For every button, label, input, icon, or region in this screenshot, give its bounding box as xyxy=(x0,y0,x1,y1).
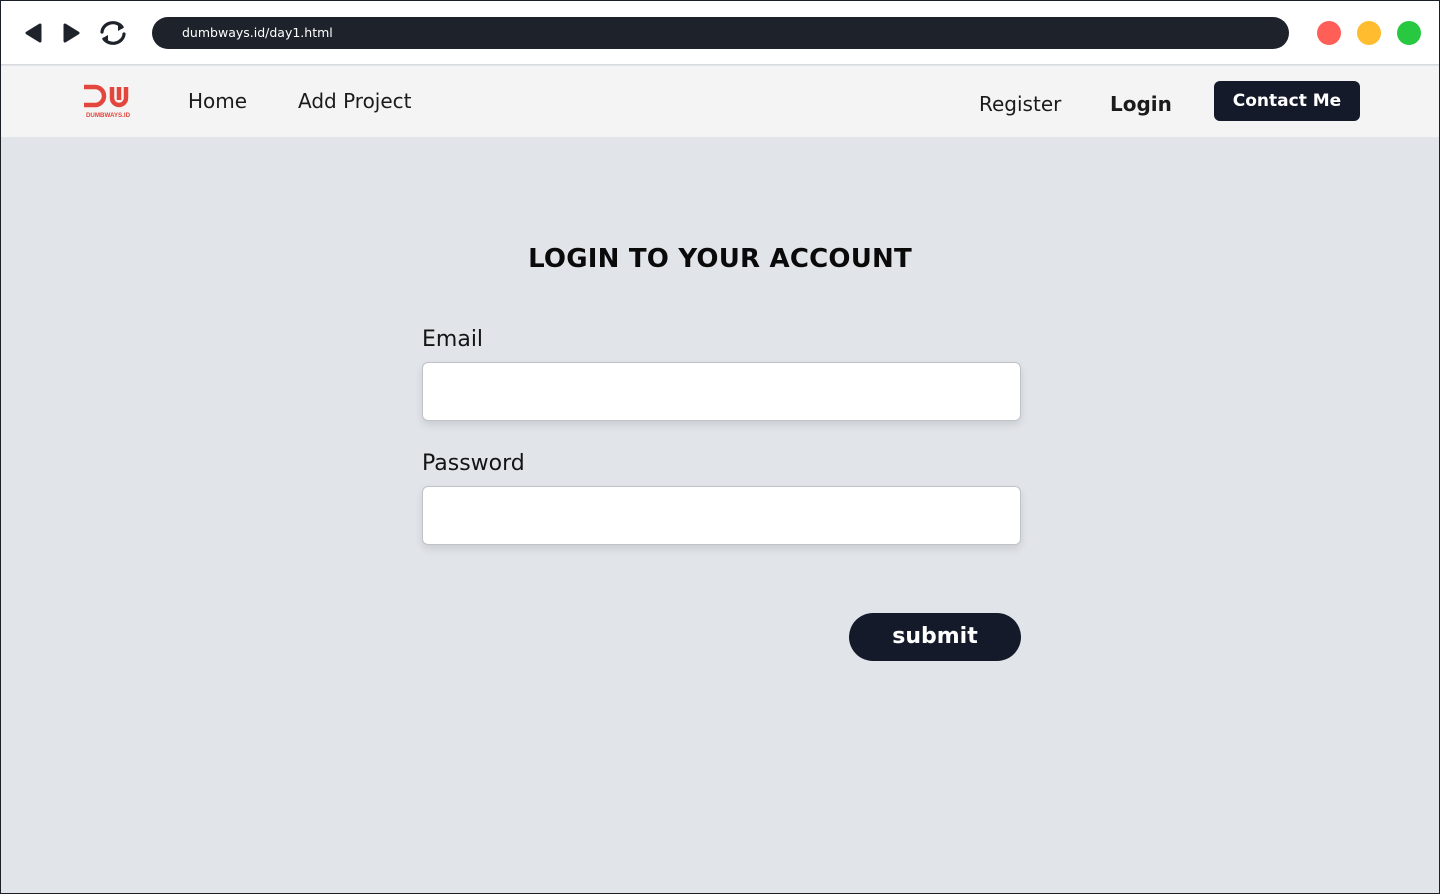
browser-toolbar: dumbways.id/day1.html xyxy=(1,1,1439,65)
email-field[interactable] xyxy=(422,362,1021,421)
browser-window: dumbways.id/day1.html DUMBWAYS.ID Home A… xyxy=(0,0,1440,894)
back-button[interactable] xyxy=(21,21,45,45)
nav-link-login[interactable]: Login xyxy=(1110,91,1172,117)
forward-button[interactable] xyxy=(60,21,84,45)
site-navbar: DUMBWAYS.ID Home Add Project Register Lo… xyxy=(1,66,1439,137)
submit-button[interactable]: submit xyxy=(849,613,1021,661)
address-bar[interactable]: dumbways.id/day1.html xyxy=(152,17,1289,49)
reload-icon xyxy=(100,21,126,45)
email-label: Email xyxy=(422,327,484,352)
logo-text: DUMBWAYS.ID xyxy=(86,112,131,119)
nav-link-home[interactable]: Home xyxy=(188,88,247,114)
forward-icon xyxy=(63,23,80,43)
dumbways-logo[interactable]: DUMBWAYS.ID xyxy=(81,84,135,120)
minimize-window-button[interactable] xyxy=(1357,21,1381,45)
password-field[interactable] xyxy=(422,486,1021,545)
password-label: Password xyxy=(422,451,525,476)
nav-link-add-project[interactable]: Add Project xyxy=(298,88,412,114)
close-window-button[interactable] xyxy=(1317,21,1341,45)
reload-button[interactable] xyxy=(97,21,129,45)
logo-mark-icon: DUMBWAYS.ID xyxy=(84,84,131,119)
back-icon xyxy=(25,23,42,43)
maximize-window-button[interactable] xyxy=(1397,21,1421,45)
nav-link-register[interactable]: Register xyxy=(979,91,1061,117)
page-title: LOGIN TO YOUR ACCOUNT xyxy=(528,244,912,274)
contact-me-button[interactable]: Contact Me xyxy=(1214,81,1360,121)
